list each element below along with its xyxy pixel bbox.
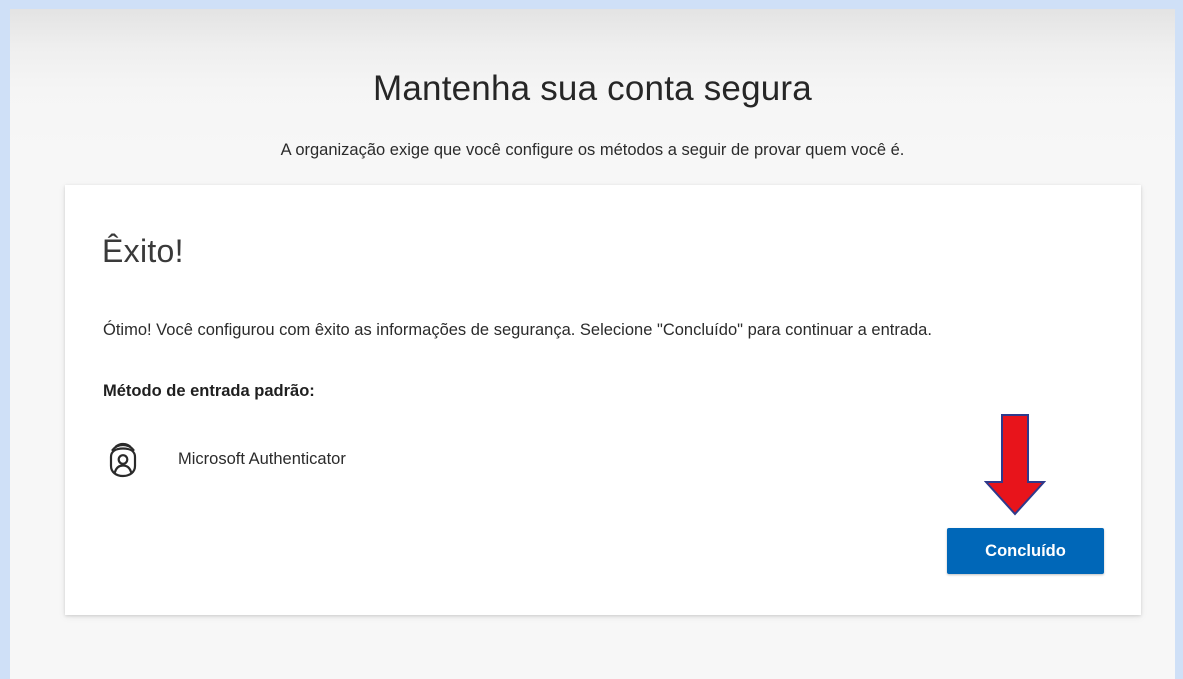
red-down-arrow-icon bbox=[984, 414, 1046, 516]
authenticator-lock-icon bbox=[105, 439, 141, 479]
page-subtitle: A organização exige que você configure o… bbox=[280, 141, 905, 159]
success-title: Êxito! bbox=[102, 233, 184, 269]
page-title: Mantenha sua conta segura bbox=[373, 69, 812, 108]
success-card: Êxito! Ótimo! Você configurou com êxito … bbox=[65, 185, 1141, 615]
default-method-item: Microsoft Authenticator bbox=[105, 437, 346, 481]
browser-viewport: Mantenha sua conta segura A organização … bbox=[10, 9, 1175, 679]
success-message: Ótimo! Você configurou com êxito as info… bbox=[103, 321, 932, 339]
method-name: Microsoft Authenticator bbox=[178, 449, 346, 468]
default-method-label: Método de entrada padrão: bbox=[103, 382, 315, 400]
done-button[interactable]: Concluído bbox=[947, 528, 1104, 574]
